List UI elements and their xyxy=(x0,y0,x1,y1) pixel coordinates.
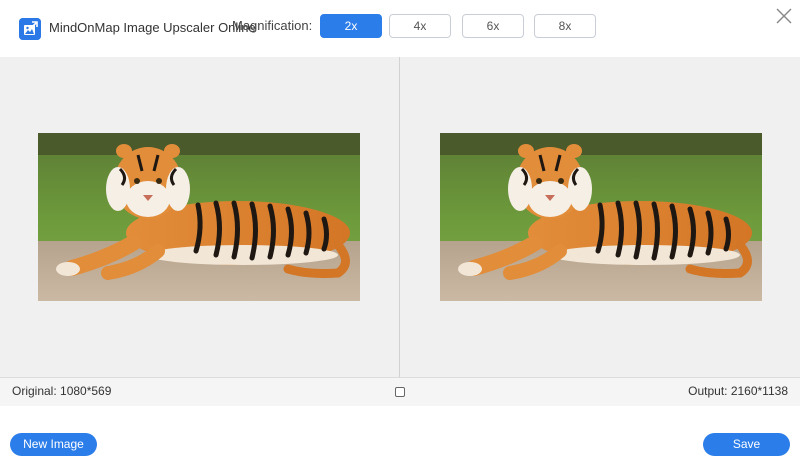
magnification-2x-button[interactable]: 2x xyxy=(320,14,382,38)
magnification-8x-button[interactable]: 8x xyxy=(534,14,596,38)
magnification-6x-button[interactable]: 6x xyxy=(462,14,524,38)
output-image xyxy=(440,133,762,301)
magnification-4x-button[interactable]: 4x xyxy=(389,14,451,38)
header-bar: MindOnMap Image Upscaler Online Magnific… xyxy=(0,0,800,57)
footer-bar: New Image Save xyxy=(0,406,800,466)
preview-area xyxy=(0,57,800,377)
app-title: MindOnMap Image Upscaler Online xyxy=(49,20,256,35)
close-icon[interactable] xyxy=(774,6,794,26)
output-size-text: Output: 2160*1138 xyxy=(688,384,788,398)
upscaler-dialog: MindOnMap Image Upscaler Online Magnific… xyxy=(0,0,800,466)
magnification-label: Magnification: xyxy=(232,18,313,33)
save-button[interactable]: Save xyxy=(703,433,790,456)
compare-square-icon[interactable] xyxy=(395,387,405,397)
original-image xyxy=(38,133,360,301)
new-image-button[interactable]: New Image xyxy=(10,433,97,456)
info-bar: Original: 1080*569 Output: 2160*1138 xyxy=(0,377,800,406)
preview-divider xyxy=(399,57,400,377)
original-size-text: Original: 1080*569 xyxy=(12,384,112,398)
image-upscale-logo-icon xyxy=(19,18,41,40)
